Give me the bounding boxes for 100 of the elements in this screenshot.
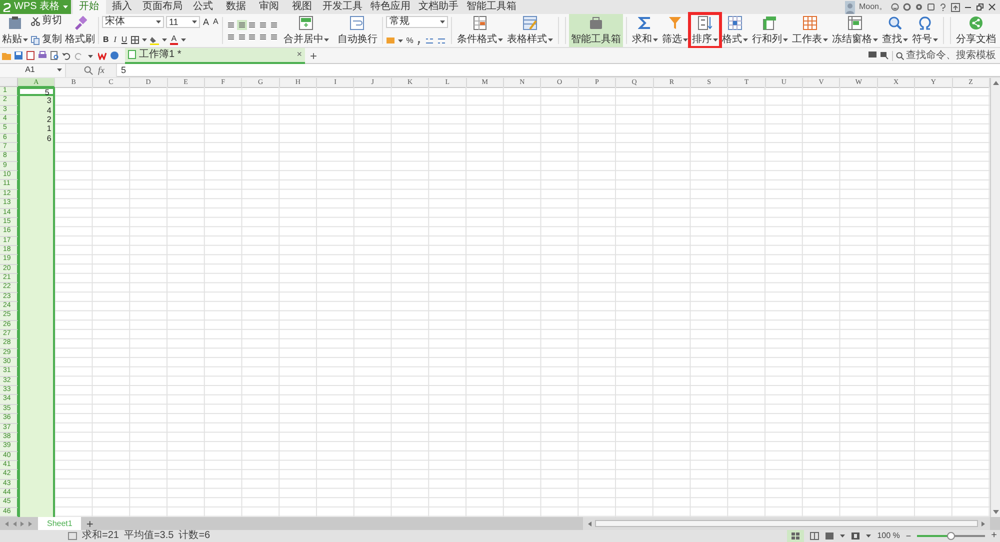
normal-view-icon[interactable] xyxy=(791,532,800,540)
search-field[interactable]: 查找命令、搜索模板 xyxy=(892,50,998,60)
grow-font-button[interactable]: A xyxy=(202,18,210,26)
ribbon-tab[interactable]: 特色应用 xyxy=(366,0,415,14)
sum-button[interactable]: 求和 xyxy=(630,14,660,47)
search-icon xyxy=(896,52,904,60)
decrease-decimal-icon[interactable] xyxy=(437,36,446,45)
table-cell[interactable]: 2 xyxy=(18,115,56,124)
table-cell[interactable]: 6 xyxy=(18,134,56,144)
ribbon-tab[interactable]: 页面布局 xyxy=(138,0,187,14)
percent-button[interactable]: % xyxy=(406,36,414,44)
cut-button[interactable]: 剪切 xyxy=(31,16,62,26)
ribbon-tab[interactable]: 开始 xyxy=(72,0,106,14)
ribbon-tab[interactable]: 开发工具 xyxy=(318,0,367,14)
horizontal-scrollbar[interactable] xyxy=(583,517,990,530)
increase-decimal-icon[interactable] xyxy=(425,36,434,45)
merge-center-button[interactable]: 合并居中 xyxy=(281,14,332,47)
font-size-dropdown[interactable]: 11 xyxy=(166,16,200,28)
format-button[interactable]: U xyxy=(120,36,128,44)
average-readout: 平均值=3.5 xyxy=(124,531,174,541)
caret-icon xyxy=(180,38,186,42)
ribbon-tab[interactable]: 公式 xyxy=(186,0,220,14)
wps-logo-icon[interactable] xyxy=(98,51,107,60)
rows-columns-button[interactable]: 行和列 xyxy=(750,14,790,47)
new-tab-button[interactable]: + xyxy=(308,50,320,62)
scroll-left-icon[interactable] xyxy=(587,520,592,526)
upload-icon[interactable] xyxy=(951,2,960,12)
align-left-icon[interactable] xyxy=(226,32,236,42)
zoom-percent[interactable]: 100 % xyxy=(877,532,900,540)
paste-button[interactable]: 粘贴 xyxy=(2,14,28,47)
align-bottom-icon[interactable] xyxy=(247,20,258,30)
caret-icon xyxy=(683,38,688,42)
caret-icon xyxy=(56,68,62,72)
caret-icon xyxy=(873,38,878,42)
restore-icon[interactable] xyxy=(976,3,984,11)
zoom-in-button[interactable]: + xyxy=(991,531,997,541)
worksheet-button[interactable]: 工作表 xyxy=(790,14,830,47)
export-pdf-icon[interactable] xyxy=(26,51,35,60)
zoom-slider-thumb[interactable] xyxy=(947,532,956,540)
caret-icon xyxy=(840,534,846,538)
ribbon-tab[interactable]: 审阅 xyxy=(252,0,286,14)
vertical-scrollbar[interactable] xyxy=(990,78,1000,517)
document-tab[interactable]: 工作簿1 * × xyxy=(125,48,305,64)
print-icon[interactable] xyxy=(38,51,47,60)
smiley-icon[interactable] xyxy=(891,3,899,11)
ribbon-tab[interactable]: 视图 xyxy=(286,0,319,14)
close-tab-button[interactable]: × xyxy=(296,50,302,59)
format-button[interactable]: B xyxy=(102,36,110,44)
number-format-dropdown[interactable]: 常规 xyxy=(386,16,448,28)
toolbox-button[interactable]: 智能工具箱 xyxy=(569,14,624,47)
zoom-icon[interactable] xyxy=(84,66,93,74)
wrap-text-button[interactable]: 自动换行 xyxy=(335,14,380,47)
table-cell[interactable]: 4 xyxy=(18,106,56,116)
zoom-out-button[interactable]: − xyxy=(906,532,912,540)
reading-view-icon[interactable] xyxy=(851,532,860,540)
symbol-button[interactable]: 符号 xyxy=(910,14,940,47)
page-break-view-icon[interactable] xyxy=(810,532,820,540)
table-cell[interactable]: 3 xyxy=(18,96,56,106)
ribbon-tab[interactable]: 插入 xyxy=(106,0,139,14)
caret-icon xyxy=(823,38,828,42)
font-color-button[interactable]: A xyxy=(170,35,178,45)
account-name[interactable]: Moon。 xyxy=(858,1,887,13)
ribbon-tab[interactable]: 智能工具箱 xyxy=(462,0,521,14)
save-icon[interactable] xyxy=(14,51,23,60)
format-button[interactable]: I xyxy=(112,36,118,44)
add-sheet-button[interactable]: + xyxy=(81,517,98,530)
close-icon[interactable] xyxy=(988,3,996,11)
conditional-format-button[interactable]: 条件格式 xyxy=(455,14,506,47)
scroll-up-icon[interactable] xyxy=(992,79,1000,87)
sort-button[interactable]: 排序 xyxy=(690,14,720,47)
align-right-icon[interactable] xyxy=(247,32,258,42)
format-button[interactable]: 格式 xyxy=(720,14,750,47)
undo-icon[interactable] xyxy=(62,51,71,60)
name-box[interactable]: A1 xyxy=(0,64,66,76)
insert-function-button[interactable]: fx xyxy=(98,66,104,74)
help-icon[interactable] xyxy=(939,3,947,11)
fill-color-icon[interactable] xyxy=(150,36,160,44)
font-name-dropdown[interactable]: 宋体 xyxy=(102,16,164,28)
copy-button[interactable]: 复制 xyxy=(31,35,62,45)
freeze-panes-button[interactable]: 冻结窗格 xyxy=(830,14,880,47)
filter-button[interactable]: 筛选 xyxy=(660,14,690,47)
borders-icon[interactable] xyxy=(131,36,140,44)
page-layout-view-icon[interactable] xyxy=(825,532,834,540)
print-preview-icon[interactable] xyxy=(50,51,59,60)
justify-icon[interactable] xyxy=(258,32,268,42)
align-middle-icon[interactable] xyxy=(236,20,247,30)
ribbon-tab[interactable]: 数据 xyxy=(220,0,253,14)
find-button[interactable]: 查找 xyxy=(880,14,910,47)
scroll-right-icon[interactable] xyxy=(981,520,986,526)
table-style-button[interactable]: 表格样式 xyxy=(505,14,556,47)
table-cell[interactable]: 1 xyxy=(18,124,56,134)
shrink-font-button[interactable]: A xyxy=(212,18,220,26)
ribbon-tab[interactable]: 文档助手 xyxy=(414,0,463,14)
distribute-icon[interactable] xyxy=(268,32,279,42)
logo-icon xyxy=(3,2,11,12)
format-painter-button[interactable]: 格式刷 xyxy=(65,14,95,47)
align-center-icon[interactable] xyxy=(236,32,247,42)
share-button[interactable]: 分享文档 xyxy=(954,14,998,47)
align-top-icon[interactable] xyxy=(226,20,236,30)
caret-icon xyxy=(398,38,404,42)
